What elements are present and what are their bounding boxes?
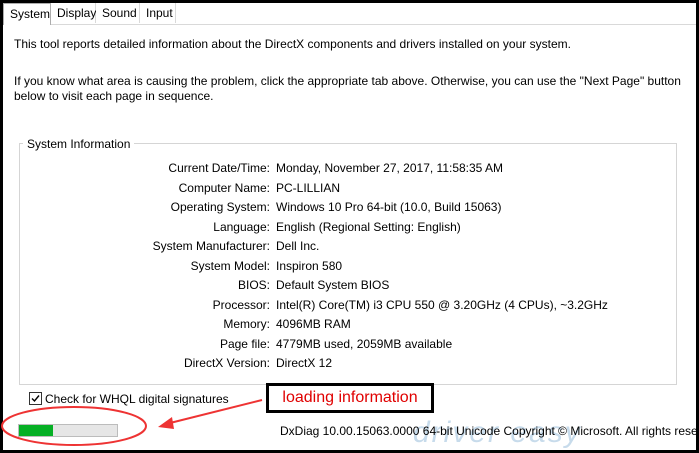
annotation-arrow-head: [158, 417, 174, 429]
annotation-arrow-line: [169, 399, 263, 424]
annotation-overlay: [1, 399, 263, 446]
highlight-circle: [1, 406, 147, 446]
